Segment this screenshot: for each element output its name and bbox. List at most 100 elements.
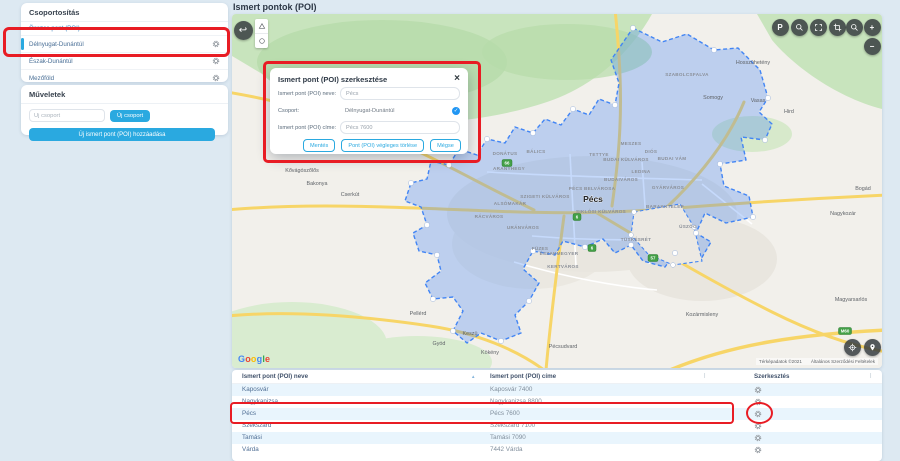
modal-field-row: Ismert pont (POI) neve:Pécs xyxy=(278,86,460,101)
table-row[interactable]: SzekszárdSzekszárd 7100 xyxy=(232,420,882,432)
map-label: Bogád xyxy=(855,186,871,192)
edit-gear-icon[interactable] xyxy=(754,446,762,454)
header-poi-address[interactable]: Ismert pont (POI) címe xyxy=(490,370,556,383)
p-icon: P xyxy=(777,23,782,32)
map-label: Kökény xyxy=(481,350,499,356)
poi-table: Ismert pont (POI) neve ▲ Ismert pont (PO… xyxy=(232,370,882,461)
add-marker-button[interactable] xyxy=(864,339,881,356)
edit-poi-modal: Ismert pont (POI) szerkesztése × Ismert … xyxy=(270,68,468,154)
app-root: Csoportosítás Összes pont (POI)Délnyugat… xyxy=(0,0,900,461)
field-input[interactable]: Pécs xyxy=(340,87,460,100)
polygon-vertex-handle[interactable] xyxy=(765,95,770,100)
close-icon[interactable]: × xyxy=(454,74,460,84)
table-body: KaposvárKaposvár 7400NagykanizsaNagykani… xyxy=(232,384,882,456)
polygon-vertex-handle[interactable] xyxy=(530,130,535,135)
edit-gear-icon[interactable] xyxy=(754,410,762,418)
operations-title: Műveletek xyxy=(21,85,228,104)
map-label: SIKLÓSI KÜLVÁROS xyxy=(576,207,626,214)
polygon-vertex-handle[interactable] xyxy=(693,230,698,235)
map-search-button[interactable] xyxy=(791,19,808,36)
edit-gear-icon[interactable] xyxy=(754,386,762,394)
polygon-vertex-handle[interactable] xyxy=(632,210,637,215)
polygon-vertex-handle[interactable] xyxy=(671,263,676,268)
map-label: Gyód xyxy=(433,341,446,347)
locate-button[interactable] xyxy=(844,339,861,356)
page-title: Ismert pontok (POI) xyxy=(233,2,317,12)
draw-circle-tool[interactable] xyxy=(255,33,268,48)
polygon-vertex-handle[interactable] xyxy=(762,137,767,142)
add-poi-button[interactable]: Új ismert pont (POI) hozzáadása xyxy=(29,128,215,141)
draw-polygon-tool[interactable] xyxy=(255,19,268,33)
polygon-vertex-handle[interactable] xyxy=(717,161,722,166)
polygon-vertex-handle[interactable] xyxy=(672,250,677,255)
table-row[interactable]: NagykanizsaNagykanizsa 8800 xyxy=(232,396,882,408)
modal-title: Ismert pont (POI) szerkesztése xyxy=(278,75,387,84)
edit-gear-icon[interactable] xyxy=(754,398,762,406)
sidebar-group-item[interactable]: Mezőföld xyxy=(21,70,228,86)
map-back-button[interactable]: ↩ xyxy=(234,21,253,40)
polygon-vertex-handle[interactable] xyxy=(612,102,617,107)
edit-gear-icon[interactable] xyxy=(754,422,762,430)
cell-poi-name: Nagykanizsa xyxy=(242,396,278,408)
gear-icon[interactable] xyxy=(212,74,220,82)
table-header-row: Ismert pont (POI) neve ▲ Ismert pont (PO… xyxy=(232,370,882,384)
polygon-vertex-handle[interactable] xyxy=(434,252,439,257)
sidebar-group-item[interactable]: Délnyugat-Dunántúl xyxy=(21,36,228,53)
map-attribution: Térképadatok ©2021 Általános Szerződési … xyxy=(756,358,878,365)
map-poi-button[interactable]: P xyxy=(772,19,789,36)
modal-fields: Ismert pont (POI) neve:PécsCsoport:Délny… xyxy=(278,86,460,135)
polygon-vertex-handle[interactable] xyxy=(570,106,575,111)
polygon-vertex-handle[interactable] xyxy=(498,338,503,343)
selected-check-icon: ✓ xyxy=(452,107,460,115)
polygon-vertex-handle[interactable] xyxy=(446,162,451,167)
cell-poi-address: Tamási 7090 xyxy=(490,432,526,444)
polygon-vertex-handle[interactable] xyxy=(582,244,587,249)
new-group-button[interactable]: Új csoport xyxy=(110,110,150,122)
zoom-out-button[interactable]: − xyxy=(864,38,881,55)
sort-asc-icon[interactable]: ▲ xyxy=(471,370,475,383)
svg-text:57: 57 xyxy=(651,256,656,261)
polygon-vertex-handle[interactable] xyxy=(450,328,455,333)
cell-poi-name: Tamási xyxy=(242,432,262,444)
polygon-vertex-handle[interactable] xyxy=(628,242,633,247)
map-draw-toolbar xyxy=(255,19,268,48)
cancel-button[interactable]: Mégse xyxy=(430,139,461,152)
terms-link[interactable]: Általános Szerződési Feltételek xyxy=(811,359,875,364)
polygon-vertex-handle[interactable] xyxy=(630,25,635,30)
table-row[interactable]: Tamási Tamási 7090 xyxy=(232,432,882,444)
polygon-vertex-handle[interactable] xyxy=(711,47,716,52)
gear-icon[interactable] xyxy=(212,57,220,65)
map-label: Bakonya xyxy=(307,181,328,187)
table-row[interactable]: PécsPécs 7600 xyxy=(232,408,882,420)
gear-icon[interactable] xyxy=(212,40,220,48)
map-label: Vasas xyxy=(751,98,766,104)
table-row[interactable]: Várda7442 Várda xyxy=(232,444,882,456)
polygon-vertex-handle[interactable] xyxy=(408,180,413,185)
map-label: MESZES xyxy=(621,141,642,146)
delete-poi-button[interactable]: Pont (POI) végleges törlése xyxy=(341,139,424,152)
polygon-vertex-handle[interactable] xyxy=(526,298,531,303)
field-input[interactable]: Pécs 7600 xyxy=(340,121,460,134)
polygon-vertex-handle[interactable] xyxy=(430,296,435,301)
zoom-in-button[interactable]: + xyxy=(864,19,881,36)
edit-gear-icon[interactable] xyxy=(754,434,762,442)
cell-poi-name: Pécs xyxy=(242,408,256,420)
map-label: Kozármisleny xyxy=(686,312,719,318)
table-row[interactable]: KaposvárKaposvár 7400 xyxy=(232,384,882,396)
polygon-vertex-handle[interactable] xyxy=(484,136,489,141)
save-poi-button[interactable]: Mentés xyxy=(303,139,335,152)
map-label: DIÓS xyxy=(645,147,657,154)
new-group-input[interactable] xyxy=(29,109,105,122)
group-label: Délnyugat-Dunántúl xyxy=(29,41,212,48)
header-poi-name[interactable]: Ismert pont (POI) neve xyxy=(242,370,308,383)
map-fit-bounds-button[interactable] xyxy=(810,19,827,36)
polygon-vertex-handle[interactable] xyxy=(424,222,429,227)
sidebar-group-item[interactable]: Összes pont (POI) xyxy=(21,22,228,36)
polygon-vertex-handle[interactable] xyxy=(750,214,755,219)
group-select-value[interactable]: Délnyugat-Dunántúl xyxy=(340,108,452,114)
map-label: Nagykozár xyxy=(830,211,856,217)
sidebar-group-item[interactable]: Észak-Dunántúl xyxy=(21,53,228,70)
map-area-select-button[interactable] xyxy=(829,19,846,36)
group-list: Összes pont (POI) Délnyugat-Dunántúl Észak… xyxy=(21,22,228,86)
map-zoom-search-button[interactable] xyxy=(846,19,863,36)
